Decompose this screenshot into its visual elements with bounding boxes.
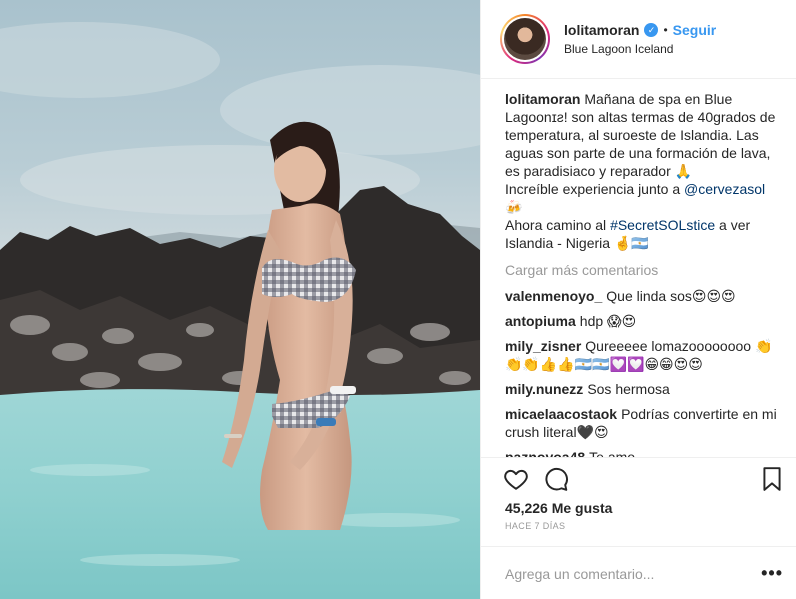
verified-badge-icon: ✓ [644, 23, 659, 37]
follow-button[interactable]: Seguir [673, 22, 717, 38]
post-header: lolitamoran ✓ • Seguir Blue Lagoon Icela… [481, 0, 796, 79]
avatar[interactable] [500, 14, 550, 64]
comment-username[interactable]: mily.nunezz [505, 381, 583, 397]
comment-username[interactable]: micaelaacostaok [505, 406, 617, 422]
comment-text: Te amo [589, 449, 636, 457]
comment-username[interactable]: paznovoa48 [505, 449, 585, 457]
comment-username[interactable]: mily_zisner [505, 338, 581, 354]
mention-link[interactable]: @cervezasol [684, 181, 765, 197]
comment-item: valenmenoyo_ Que linda sos😍😍😍 [505, 287, 777, 305]
comment-item: mily_zisner Qureeeee lomazoooooooo 👏👏👏👍👍🇦… [505, 337, 777, 373]
more-options-icon[interactable]: ••• [761, 564, 783, 582]
action-icons-row [503, 466, 583, 492]
comment-item: paznovoa48 Te amo [505, 448, 777, 457]
hashtag-link[interactable]: #SecretSOLstice [610, 217, 715, 233]
username-link[interactable]: lolitamoran [564, 22, 639, 38]
caption-emoji: 🍻 [505, 199, 523, 215]
comment-text: Sos hermosa [587, 381, 670, 397]
avatar-image [504, 18, 546, 60]
comment-icon[interactable] [543, 466, 569, 492]
load-more-comments-button[interactable]: Cargar más comentarios [505, 262, 777, 278]
header-user-row: lolitamoran ✓ • Seguir [564, 22, 716, 38]
post-side-panel: lolitamoran ✓ • Seguir Blue Lagoon Icela… [480, 0, 796, 599]
post-photo[interactable] [0, 0, 480, 599]
post-image [0, 22, 480, 599]
bookmark-icon[interactable] [761, 466, 783, 492]
comment-username[interactable]: valenmenoyo_ [505, 288, 602, 304]
caption-text-3: Ahora camino al [505, 217, 611, 233]
post-caption: lolitamoran Mañana de spa en Blue Lagoon… [505, 90, 777, 252]
heart-icon[interactable] [503, 466, 529, 492]
add-comment-bar: ••• [481, 546, 796, 599]
comment-username[interactable]: antopiuma [505, 313, 576, 329]
comments-list[interactable]: lolitamoran Mañana de spa en Blue Lagoon… [481, 79, 796, 457]
separator-dot: • [663, 23, 668, 37]
comment-text: hdp 😱😍 [579, 313, 637, 329]
post-timestamp[interactable]: HACE 7 DÍAS [505, 521, 565, 531]
comment-item: micaelaacostaok Podrías convertirte en mi… [505, 405, 777, 441]
comment-item: antopiuma hdp 😱😍 [505, 312, 777, 330]
comment-item: mily.nunezz Sos hermosa [505, 380, 777, 398]
likes-count[interactable]: 45,226 Me gusta [505, 500, 612, 516]
comment-text: Que linda sos😍😍😍 [606, 288, 736, 304]
caption-username[interactable]: lolitamoran [505, 91, 580, 107]
caption-text-2: Increíble experiencia junto a [505, 181, 684, 197]
add-comment-input[interactable] [505, 560, 755, 588]
location-link[interactable]: Blue Lagoon Iceland [564, 42, 673, 56]
